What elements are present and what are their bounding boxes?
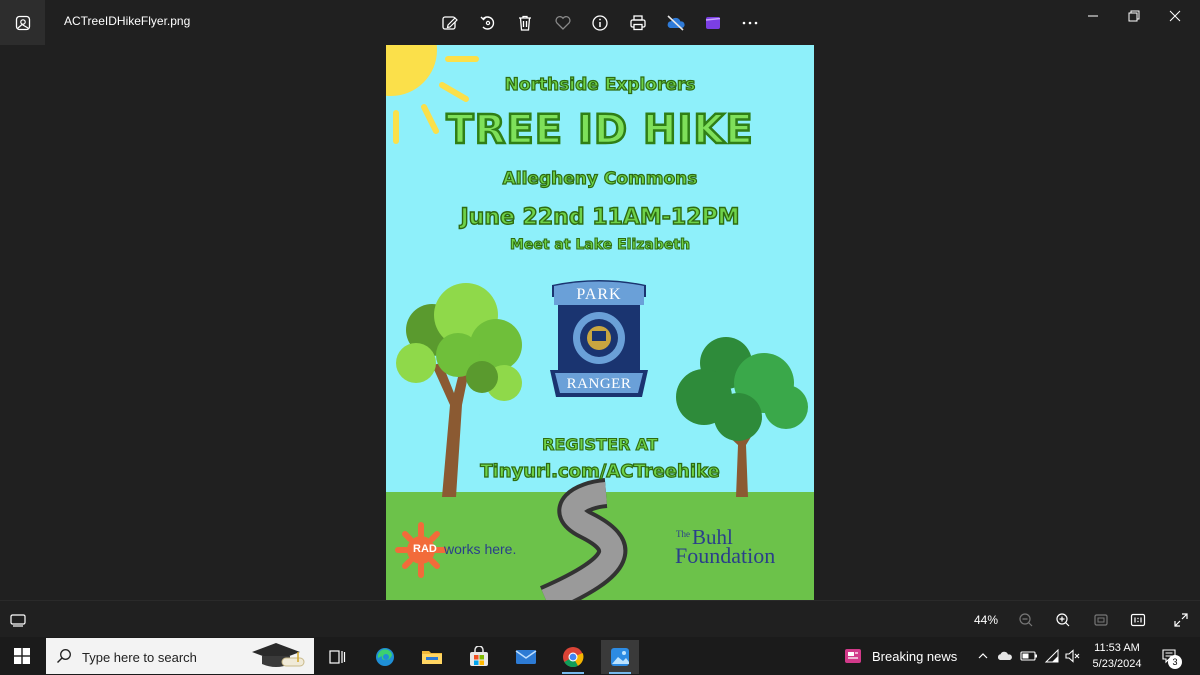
mail-app-button[interactable]	[507, 640, 545, 674]
rad-works-text: works here.	[444, 541, 517, 557]
windows-taskbar: Type here to search Breaking news 11:53 …	[0, 637, 1200, 675]
filmstrip-icon[interactable]	[7, 609, 29, 631]
buhl-foundation-text: Foundation	[675, 543, 776, 568]
flyer-organizer: Northside Explorers	[504, 74, 696, 95]
edge-icon	[376, 648, 394, 666]
print-icon[interactable]	[625, 10, 651, 36]
title-toolbar: ACTreeIDHikeFlyer.png	[0, 0, 1200, 45]
edit-image-icon[interactable]	[437, 10, 463, 36]
onedrive-icon[interactable]	[663, 10, 689, 36]
onedrive-tray-icon[interactable]	[996, 647, 1014, 665]
photos-app-icon[interactable]	[0, 0, 45, 45]
flyer-date: June 22nd 11AM-12PM	[460, 204, 740, 230]
task-view-icon	[329, 650, 346, 664]
chrome-icon	[563, 647, 584, 668]
taskbar-search-box[interactable]: Type here to search	[46, 638, 314, 674]
clock-time: 11:53 AM	[1094, 642, 1140, 654]
viewer-bottom-bar: 44%	[0, 600, 1200, 637]
restore-icon[interactable]	[1119, 4, 1149, 28]
photos-app-button[interactable]	[601, 640, 639, 674]
volume-muted-icon[interactable]	[1064, 647, 1082, 665]
file-name: ACTreeIDHikeFlyer.png	[64, 14, 191, 28]
favorite-icon[interactable]	[550, 10, 576, 36]
clock-date: 5/23/2024	[1092, 658, 1142, 670]
flyer-register-label: REGISTER AT	[542, 434, 659, 454]
edge-app-button[interactable]	[366, 640, 404, 674]
show-hidden-icons-chevron-icon[interactable]	[974, 647, 992, 665]
zoom-out-icon[interactable]	[1015, 609, 1037, 631]
flyer-location: Allegheny Commons	[502, 168, 698, 189]
start-button[interactable]	[0, 637, 44, 675]
chrome-app-button[interactable]	[554, 640, 592, 674]
notification-count-badge: 3	[1168, 655, 1182, 669]
flyer-meeting-point: Meet at Lake Elizabeth	[509, 237, 691, 254]
rotate-icon[interactable]	[475, 10, 501, 36]
fit-to-window-icon[interactable]	[1090, 609, 1112, 631]
news-text: Breaking news	[872, 648, 958, 664]
taskbar-clock[interactable]: 11:53 AM 5/23/2024	[1084, 640, 1150, 672]
file-explorer-app-button[interactable]	[413, 640, 451, 674]
more-icon[interactable]	[737, 10, 763, 36]
image-viewer[interactable]: Northside Explorers TREE ID HIKE Alleghe…	[0, 45, 1200, 600]
flyer-register-url: Tinyurl.com/ACTreehike	[480, 460, 721, 482]
actual-size-icon[interactable]	[1127, 609, 1149, 631]
photos-app-window: ACTreeIDHikeFlyer.png Northside Explorer…	[0, 0, 1200, 675]
zoom-level: 44%	[974, 613, 999, 627]
minimize-icon[interactable]	[1078, 4, 1108, 28]
delete-icon[interactable]	[512, 10, 538, 36]
full-screen-icon[interactable]	[1170, 609, 1192, 631]
wifi-icon[interactable]	[1043, 647, 1061, 665]
search-placeholder: Type here to search	[82, 650, 197, 665]
photos-icon	[611, 648, 629, 666]
mail-icon	[515, 650, 537, 664]
zoom-in-icon[interactable]	[1052, 609, 1074, 631]
close-icon[interactable]	[1160, 4, 1190, 28]
badge-park-text: PARK	[576, 286, 622, 303]
task-view-button[interactable]	[318, 640, 356, 674]
info-icon[interactable]	[587, 10, 613, 36]
badge-ranger-text: RANGER	[566, 376, 632, 392]
graduation-cap-icon	[252, 643, 305, 667]
microsoft-store-icon	[470, 646, 488, 666]
windows-logo-icon	[14, 648, 30, 664]
search-icon	[57, 649, 71, 663]
battery-icon[interactable]	[1020, 647, 1038, 665]
microsoft-store-app-button[interactable]	[460, 640, 498, 674]
news-icon	[845, 649, 861, 663]
news-widget[interactable]: Breaking news	[842, 637, 957, 675]
buhl-the-text: The	[676, 529, 690, 539]
flyer-title: TREE ID HIKE	[445, 106, 754, 155]
rad-logo-text: RAD	[413, 543, 437, 555]
flyer-image: Northside Explorers TREE ID HIKE Alleghe…	[386, 45, 814, 600]
clipchamp-icon[interactable]	[700, 10, 726, 36]
file-explorer-icon	[422, 651, 442, 664]
